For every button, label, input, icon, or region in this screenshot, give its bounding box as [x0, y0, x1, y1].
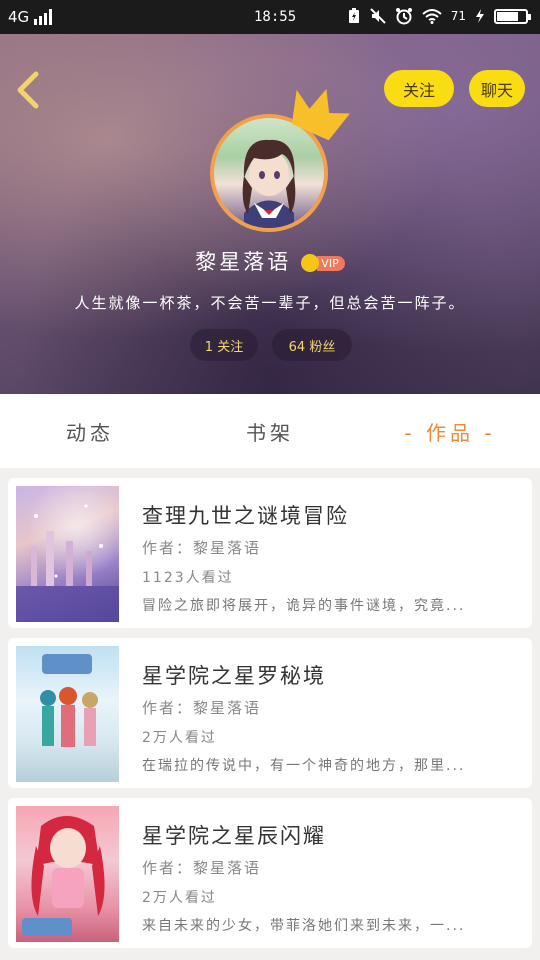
signature: 人生就像一杯茶，不会苦一辈子，但总会苦一阵子。	[74, 294, 466, 312]
work-author: 作者：黎星落语	[142, 539, 262, 557]
work-description: 来自未来的少女，带菲洛她们来到未来，一...	[142, 918, 466, 934]
works-list: 查理九世之谜境冒险 作者：黎星落语 1123人看过 冒险之旅即将展开，诡异的事件…	[8, 478, 532, 958]
cover-art	[22, 816, 105, 936]
work-views: 2万人看过	[142, 890, 217, 906]
work-cover	[16, 806, 119, 942]
fans-count[interactable]: 64 粉丝	[272, 329, 352, 361]
work-card[interactable]: 查理九世之谜境冒险 作者：黎星落语 1123人看过 冒险之旅即将展开，诡异的事件…	[8, 478, 532, 628]
follow-button[interactable]: 关注	[384, 70, 454, 107]
charging-battery-icon	[348, 8, 359, 23]
work-description: 冒险之旅即将展开，诡异的事件谜境，究竟...	[142, 598, 466, 614]
profile-header: 关注 聊天 黎星落语 VIP 人生就像一杯茶，不会苦一辈子，但总会苦一阵子。 1 …	[0, 34, 540, 394]
vip-label: VIP	[317, 255, 345, 271]
work-cover	[16, 646, 119, 782]
profile-tabs: 动态 书架 - 作品 -	[0, 394, 540, 468]
work-views: 2万人看过	[142, 730, 217, 746]
status-time: 18:55	[254, 9, 297, 25]
cover-art	[40, 654, 98, 747]
work-description: 在瑞拉的传说中，有一个神奇的地方，那里...	[142, 758, 466, 774]
work-author: 作者：黎星落语	[142, 859, 262, 877]
following-count[interactable]: 1 关注	[190, 329, 258, 361]
status-bar: 4G 18:55 71	[0, 0, 540, 34]
status-right: 71	[347, 7, 531, 25]
work-title: 星学院之星辰闪耀	[142, 824, 326, 848]
chat-button[interactable]: 聊天	[469, 70, 525, 107]
network-type: 4G	[8, 8, 30, 26]
work-card[interactable]: 星学院之星罗秘境 作者：黎星落语 2万人看过 在瑞拉的传说中，有一个神奇的地方，…	[8, 638, 532, 788]
nickname-row: 黎星落语 VIP	[0, 246, 540, 276]
mute-icon	[370, 8, 386, 24]
work-cover	[16, 486, 119, 622]
status-left: 4G	[8, 8, 53, 26]
nickname: 黎星落语	[195, 250, 292, 274]
work-title: 查理九世之谜境冒险	[142, 504, 349, 528]
back-arrow-icon[interactable]	[12, 70, 52, 110]
battery-percent: 71	[450, 9, 466, 23]
cover-art	[16, 504, 119, 622]
battery-icon	[494, 8, 531, 24]
wifi-icon	[422, 9, 442, 24]
charging-bolt-icon	[476, 9, 484, 23]
vip-badge: VIP	[301, 254, 345, 272]
work-author: 作者：黎星落语	[142, 699, 262, 717]
tab-activity[interactable]: 动态	[0, 394, 180, 468]
crown-icon	[291, 89, 350, 141]
alarm-icon	[395, 8, 412, 25]
work-views: 1123人看过	[142, 570, 234, 586]
work-card[interactable]: 星学院之星辰闪耀 作者：黎星落语 2万人看过 来自未来的少女，带菲洛她们来到未来…	[8, 798, 532, 948]
work-title: 星学院之星罗秘境	[142, 664, 326, 688]
tab-bookshelf[interactable]: 书架	[180, 394, 360, 468]
signal-icon	[34, 9, 53, 25]
tab-works[interactable]: - 作品 -	[360, 394, 540, 468]
